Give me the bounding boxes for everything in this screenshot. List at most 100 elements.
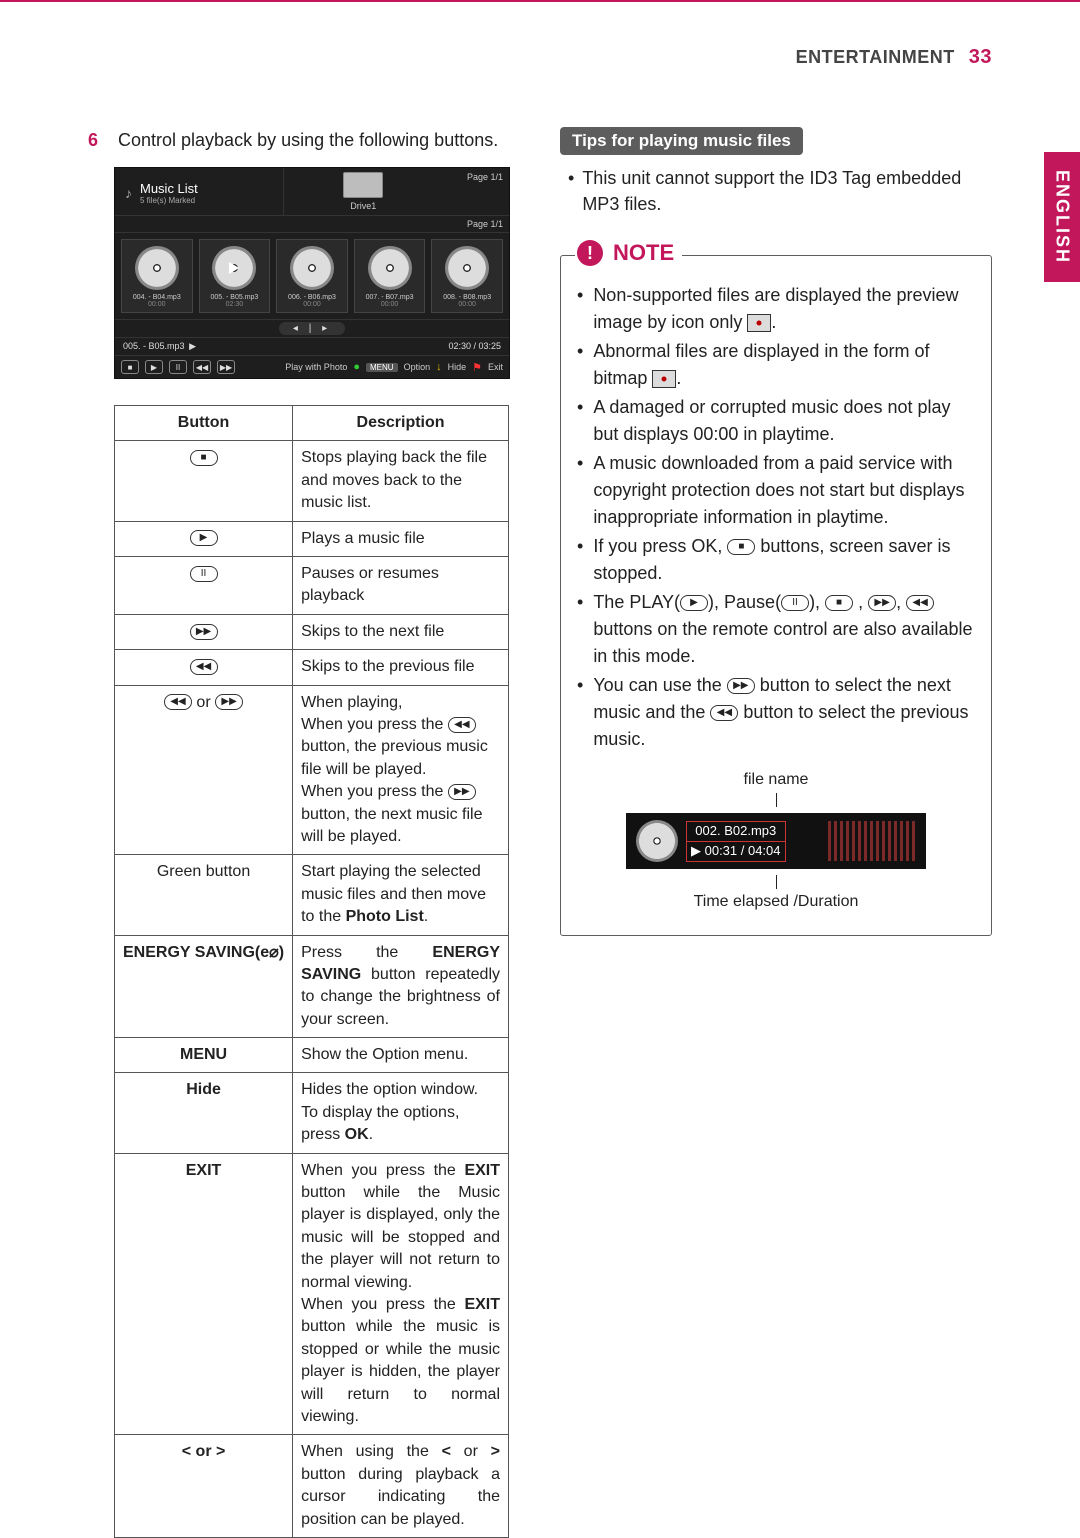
table-row: ■Stops playing back the file and moves b… (115, 441, 509, 521)
note-heading: ! NOTE (575, 240, 682, 266)
button-cell: EXIT (115, 1153, 293, 1435)
table-row: IIPauses or resumes playback (115, 557, 509, 615)
table-row: ENERGY SAVING(e⌀)Press the ENERGY SAVING… (115, 935, 509, 1038)
bitmap-icon (747, 314, 771, 332)
play-icon: ▶ (680, 595, 708, 611)
button-cell: MENU (115, 1038, 293, 1073)
folder-icon (343, 172, 383, 198)
note-list: Non-supported files are displayed the pr… (577, 282, 975, 753)
table-row: HideHides the option window.To display t… (115, 1073, 509, 1153)
note-text: If you press OK, ■ buttons, screen saver… (593, 533, 975, 587)
stop-icon: ■ (825, 595, 853, 611)
note-box: ! NOTE Non-supported files are displayed… (560, 255, 992, 936)
player-bar: 002. B02.mp3 ▶ 00:31 / 04:04 (626, 813, 926, 869)
music-thumb: 006. - B06.mp3 00:00 (276, 239, 348, 313)
table-row: < or >When using the < or > button durin… (115, 1435, 509, 1538)
music-thumb: 004. - B04.mp3 00:00 (121, 239, 193, 313)
drive-selector: Drive1 (283, 168, 444, 215)
music-pager: ◂ | ▸ (115, 319, 509, 337)
table-row: MENUShow the Option menu. (115, 1038, 509, 1073)
right-column: Tips for playing music files This unit c… (560, 127, 992, 936)
page-number: 33 (969, 46, 992, 69)
page-header: ENTERTAINMENT 33 (88, 46, 992, 69)
track-name: 002. B02.mp3 (686, 821, 786, 842)
note-text: Non-supported files are displayed the pr… (593, 282, 975, 336)
music-bottom-bar: ■ ▶ II ◀◀ ▶▶ Play with Photo ● MENU Opti… (115, 355, 509, 378)
thumb-time: 00:00 (281, 301, 343, 308)
button-cell: Green button (115, 855, 293, 935)
step-number: 6 (88, 127, 104, 153)
music-thumb: 005. - B05.mp3 02:30 (199, 239, 271, 313)
rw-icon: ◀◀ (193, 360, 211, 374)
pager-arrows: ◂ | ▸ (279, 322, 345, 335)
bullet-icon (577, 450, 583, 531)
rw-icon: ◀◀ (906, 595, 934, 611)
thumb-time: 00:00 (126, 301, 188, 308)
disc-icon (290, 246, 334, 290)
desc-cell: Skips to the previous file (293, 650, 509, 685)
note-item: Abnormal files are displayed in the form… (577, 338, 975, 392)
music-list-subtitle: 5 file(s) Marked (140, 196, 198, 205)
desc-cell: Press the ENERGY SAVING button repeatedl… (293, 935, 509, 1038)
track-time: ▶ 00:31 / 04:04 (686, 842, 786, 862)
disc-icon (636, 820, 678, 862)
button-icon: II (190, 566, 218, 582)
ff-icon: ▶▶ (868, 595, 896, 611)
exit-flag-icon: ⚑ (472, 361, 482, 374)
button-icon: ▶ (190, 530, 218, 546)
desc-cell: Start playing the selected music files a… (293, 855, 509, 935)
pointer-icon (776, 793, 777, 807)
option-label: Option (404, 362, 431, 372)
pause-icon: II (781, 595, 809, 611)
button-cell: ENERGY SAVING(e⌀) (115, 935, 293, 1038)
drive-label: Drive1 (350, 201, 376, 211)
thumb-name: 008. - B08.mp3 (436, 294, 498, 301)
button-cell: II (115, 557, 293, 615)
bullet-icon (577, 282, 583, 336)
equalizer-icon (828, 821, 918, 861)
thumb-time: 00:00 (359, 301, 421, 308)
file-name-label: file name (577, 771, 975, 789)
music-thumbs: 004. - B04.mp3 00:00 005. - B05.mp3 02:3… (115, 232, 509, 319)
button-cell: < or > (115, 1435, 293, 1538)
table-row: ◀◀ or ▶▶When playing,When you press the … (115, 685, 509, 855)
player-diagram: file name 002. B02.mp3 ▶ 00:31 / 04:04 T… (577, 771, 975, 911)
table-row: EXITWhen you press the EXIT button while… (115, 1153, 509, 1435)
desc-cell: When you press the EXIT button while the… (293, 1153, 509, 1435)
rw-icon: ◀◀ (710, 705, 738, 721)
menu-chip: MENU (366, 363, 398, 372)
bitmap-icon (652, 370, 676, 388)
note-text: The PLAY(▶), Pause(II), ■ , ▶▶, ◀◀ butto… (593, 589, 975, 670)
note-item: Non-supported files are displayed the pr… (577, 282, 975, 336)
button-cell: Hide (115, 1073, 293, 1153)
pointer-icon (776, 875, 777, 889)
thumb-time: 02:30 (204, 301, 266, 308)
note-item: If you press OK, ■ buttons, screen saver… (577, 533, 975, 587)
button-cell: ◀◀ or ▶▶ (115, 685, 293, 855)
section-title: ENTERTAINMENT (796, 47, 955, 68)
disc-icon (445, 246, 489, 290)
now-playing-status: 005. - B05.mp3 ▶ 02:30 / 03:25 (115, 337, 509, 355)
exit-label: Exit (488, 362, 503, 372)
language-tab: ENGLISH (1044, 152, 1080, 282)
button-cell: ▶▶ (115, 614, 293, 649)
bullet-icon (568, 165, 574, 217)
thumb-name: 004. - B04.mp3 (126, 294, 188, 301)
desc-cell: When using the < or > button during play… (293, 1435, 509, 1538)
th-button: Button (115, 406, 293, 441)
button-cell: ▶ (115, 521, 293, 556)
thumb-time: 00:00 (436, 301, 498, 308)
note-title: NOTE (613, 240, 674, 266)
tips-list: This unit cannot support the ID3 Tag emb… (560, 165, 992, 217)
note-text: You can use the ▶▶ button to select the … (593, 672, 975, 753)
note-item: A damaged or corrupted music does not pl… (577, 394, 975, 448)
play-with-photo-label: Play with Photo (285, 362, 347, 372)
bullet-icon (577, 589, 583, 670)
play-icon: ▶ (145, 360, 163, 374)
page-indicator-row: Page 1/1 (461, 216, 509, 232)
step-6: 6 Control playback by using the followin… (88, 127, 520, 153)
duration-caption: Time elapsed /Duration (577, 893, 975, 911)
columns: 6 Control playback by using the followin… (88, 127, 992, 1538)
bullet-icon (577, 533, 583, 587)
stop-icon: ■ (727, 539, 755, 555)
